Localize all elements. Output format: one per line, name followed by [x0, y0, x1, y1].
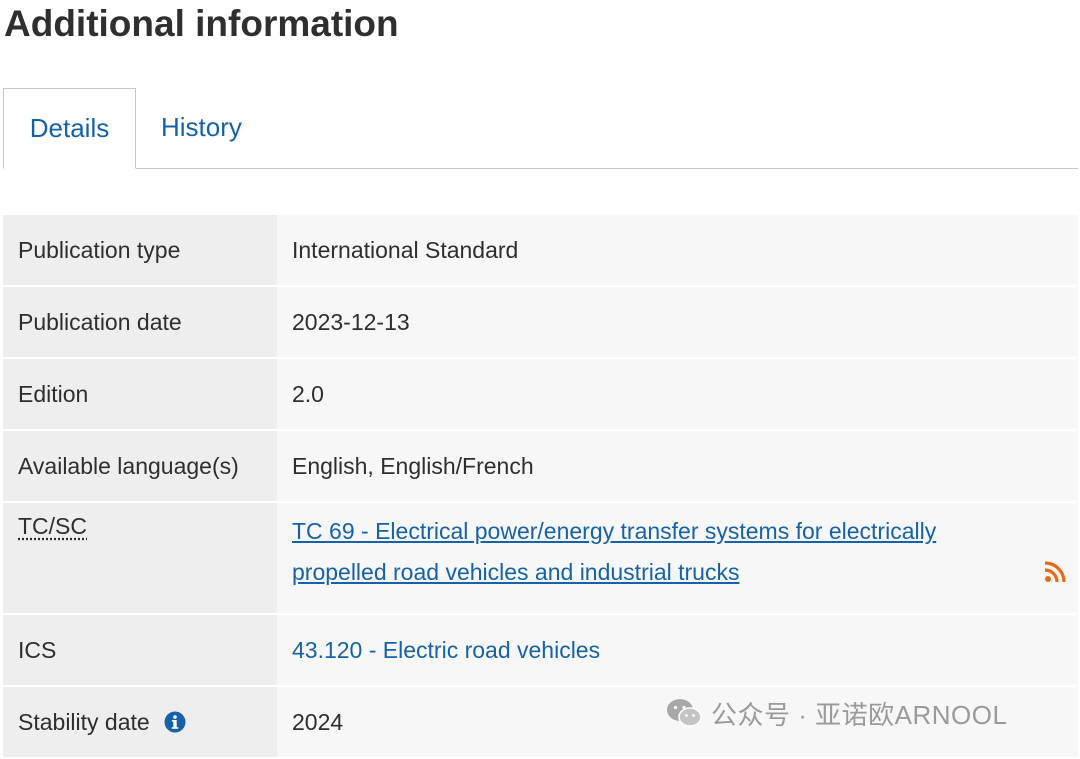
row-languages: Available language(s) English, English/F…: [3, 431, 1078, 503]
row-edition: Edition 2.0: [3, 359, 1078, 431]
wechat-icon: [667, 699, 702, 727]
edition-value: 2.0: [277, 359, 1078, 429]
stability-date-label-cell: Stability date: [3, 687, 277, 757]
info-icon[interactable]: [164, 711, 186, 733]
details-table: Publication type International Standard …: [3, 215, 1078, 759]
row-publication-type: Publication type International Standard: [3, 215, 1078, 287]
watermark: 公众号 · 亚诺欧ARNOOL: [665, 695, 1007, 731]
publication-type-value: International Standard: [277, 215, 1078, 285]
edition-label: Edition: [3, 359, 277, 429]
tab-history[interactable]: History: [161, 88, 242, 167]
ics-value-cell: 43.120 - Electric road vehicles: [277, 615, 1078, 685]
row-ics: ICS 43.120 - Electric road vehicles: [3, 615, 1078, 687]
publication-type-label: Publication type: [3, 215, 277, 285]
languages-value: English, English/French: [277, 431, 1078, 501]
page-title: Additional information: [4, 3, 399, 44]
tab-bar: Details History: [3, 88, 1078, 169]
stability-date-label: Stability date: [18, 708, 150, 735]
tab-details[interactable]: Details: [3, 88, 136, 169]
languages-label: Available language(s): [3, 431, 277, 501]
ics-link[interactable]: 43.120 - Electric road vehicles: [292, 637, 600, 664]
row-tc-sc: TC/SC TC 69 - Electrical power/energy tr…: [3, 503, 1078, 615]
watermark-text: 公众号 · 亚诺欧ARNOOL: [711, 699, 1008, 730]
tc-sc-abbr: TC/SC: [18, 513, 87, 539]
tc-sc-label-cell: TC/SC: [3, 503, 277, 613]
tc-sc-link[interactable]: TC 69 - Electrical power/energy transfer…: [292, 518, 936, 585]
publication-date-label: Publication date: [3, 287, 277, 357]
ics-label: ICS: [3, 615, 277, 685]
publication-date-value: 2023-12-13: [277, 287, 1078, 357]
row-publication-date: Publication date 2023-12-13: [3, 287, 1078, 359]
rss-icon[interactable]: [1044, 561, 1066, 583]
tc-sc-value-cell: TC 69 - Electrical power/energy transfer…: [277, 503, 1078, 613]
